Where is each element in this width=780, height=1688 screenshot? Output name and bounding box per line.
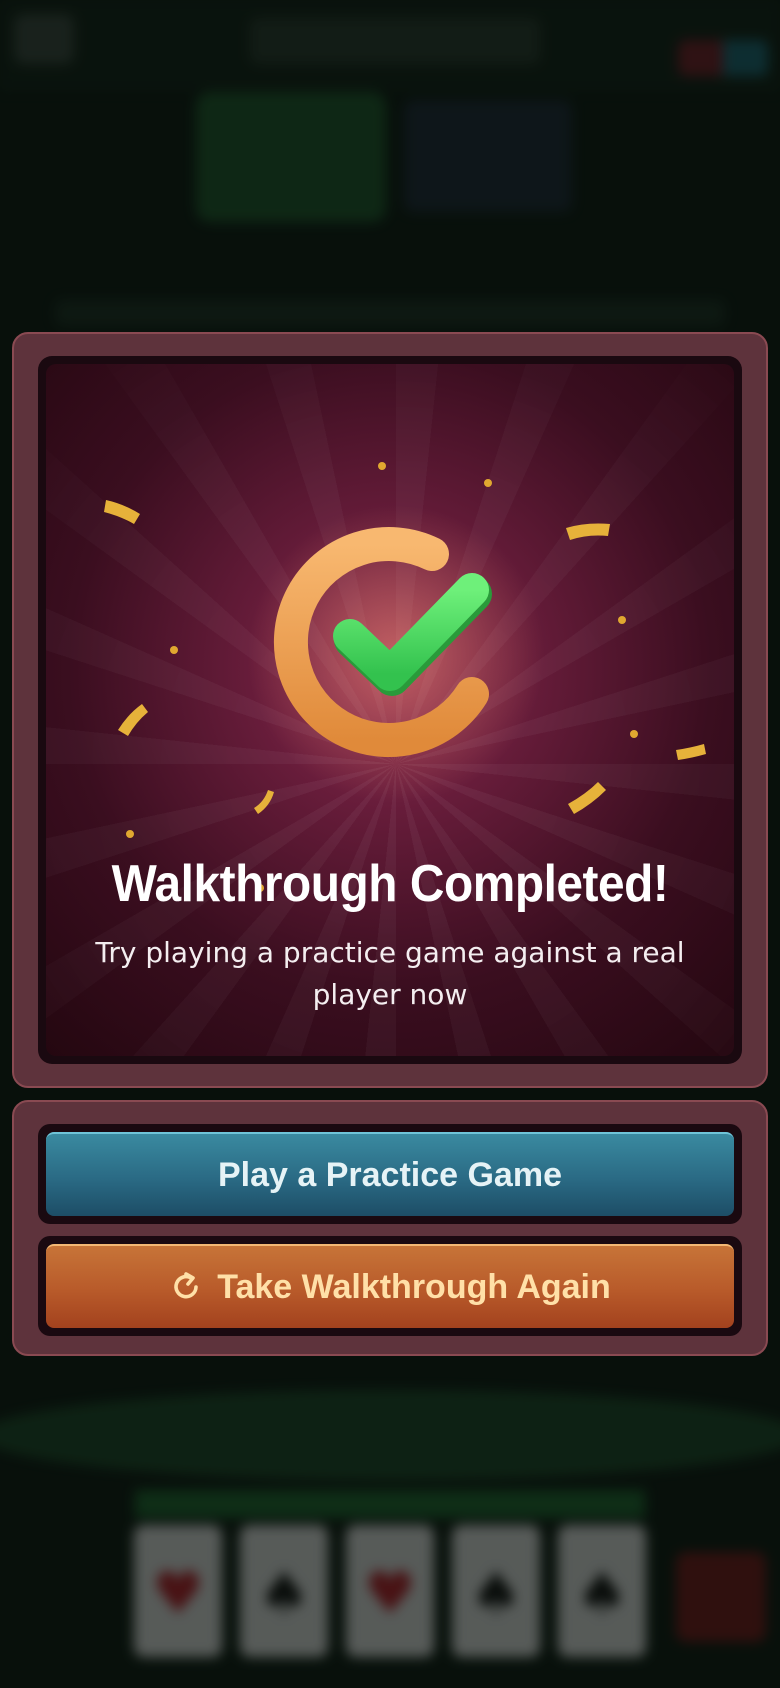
completion-panel: Walkthrough Completed! Try playing a pra… — [12, 332, 768, 1088]
play-practice-game-label: Play a Practice Game — [217, 1155, 562, 1194]
completion-title: Walkthrough Completed! — [111, 855, 669, 913]
take-walkthrough-again-button[interactable]: Take Walkthrough Again — [46, 1244, 734, 1328]
practice-button-frame: Play a Practice Game — [38, 1124, 742, 1224]
take-walkthrough-again-label: Take Walkthrough Again — [217, 1267, 611, 1306]
completion-frame: Walkthrough Completed! Try playing a pra… — [38, 356, 742, 1064]
celebration-stage: Walkthrough Completed! Try playing a pra… — [46, 364, 734, 1056]
check-badge-icon — [273, 527, 492, 758]
actions-panel: Play a Practice Game Take Walkthrough Ag… — [12, 1100, 768, 1356]
refresh-icon — [174, 1272, 199, 1299]
play-practice-game-button[interactable]: Play a Practice Game — [46, 1132, 734, 1216]
completion-subtitle: Try playing a practice game against a re… — [95, 936, 685, 1011]
walkthrough-button-frame: Take Walkthrough Again — [38, 1236, 742, 1336]
